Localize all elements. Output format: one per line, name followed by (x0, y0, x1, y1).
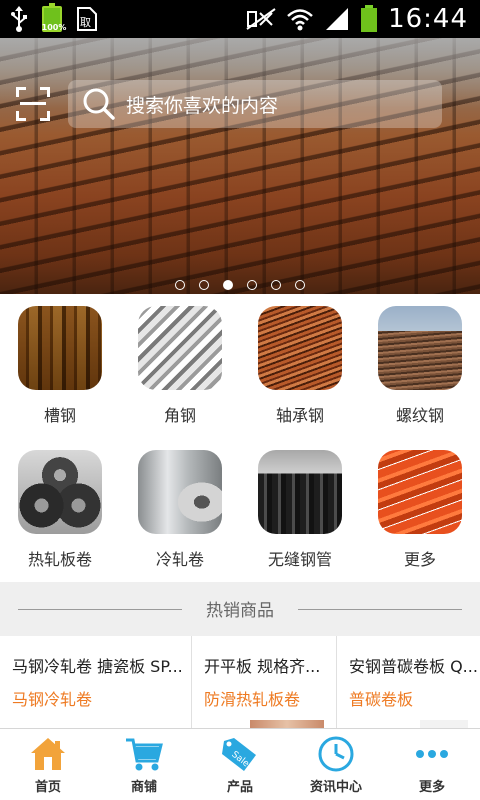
category-label: 槽钢 (43, 406, 76, 425)
category-angle-steel[interactable]: 角钢 (120, 294, 240, 438)
category-rebar[interactable]: 螺纹钢 (360, 294, 480, 438)
search-bar[interactable]: 搜索你喜欢的内容 (68, 80, 442, 128)
category-label: 冷轧卷 (155, 550, 204, 569)
sim-icon: 取 (77, 7, 97, 31)
usb-icon (11, 6, 27, 32)
search-placeholder: 搜索你喜欢的内容 (126, 94, 279, 117)
category-bearing-steel[interactable]: 轴承钢 (240, 294, 360, 438)
product-image-peek (250, 720, 324, 728)
category-hot-rolled-coil[interactable]: 热轧板卷 (0, 438, 120, 582)
tab-label: 更多 (418, 780, 445, 795)
product-tag: 普碳卷板 (349, 690, 414, 709)
category-grid: 槽钢 角钢 轴承钢 螺纹钢 热轧板卷 冷轧卷 无缝钢管 更多 (0, 294, 480, 582)
tab-home[interactable]: 首页 (0, 729, 96, 800)
carousel-dot[interactable] (199, 280, 209, 290)
more-dots-icon (416, 750, 448, 758)
tab-label: 产品 (226, 780, 253, 795)
tab-news-center[interactable]: 资讯中心 (288, 729, 384, 800)
tab-products[interactable]: Sale 产品 (192, 729, 288, 800)
tab-label: 首页 (34, 780, 61, 795)
tab-shops[interactable]: 商铺 (96, 729, 192, 800)
carousel-dot[interactable] (295, 280, 305, 290)
product-name: 马钢冷轧卷 搪瓷板 SP... (12, 657, 183, 676)
seamless-pipe-image (258, 450, 342, 534)
product-card[interactable]: 马钢冷轧卷 搪瓷板 SP... 马钢冷轧卷 (0, 636, 192, 728)
hot-rolled-coil-image (18, 450, 102, 534)
cart-icon (126, 738, 163, 771)
category-channel-steel[interactable]: 槽钢 (0, 294, 120, 438)
divider (298, 609, 462, 610)
more-category-image (378, 450, 462, 534)
signal-icon (326, 8, 349, 30)
category-label: 无缝钢管 (267, 550, 332, 569)
carousel-dot[interactable] (175, 280, 185, 290)
clock-icon (318, 736, 354, 772)
category-label: 热轧板卷 (27, 550, 92, 569)
sale-tag-icon: Sale (222, 738, 256, 771)
search-icon (83, 88, 115, 120)
product-card[interactable]: 开平板 规格齐... 防滑热轧板卷 (192, 636, 337, 728)
battery-icon (361, 5, 378, 32)
product-tag: 防滑热轧板卷 (204, 690, 301, 709)
mute-icon (246, 8, 276, 30)
carousel-indicator (0, 280, 480, 290)
product-card[interactable]: 安钢普碳卷板 Q... 普碳卷板 (337, 636, 480, 728)
category-seamless-pipe[interactable]: 无缝钢管 (240, 438, 360, 582)
battery-percent-label: 100% (41, 23, 67, 32)
cold-rolled-coil-image (138, 450, 222, 534)
bearing-steel-image (258, 306, 342, 390)
tab-label: 资讯中心 (309, 780, 362, 795)
bottom-tab-bar: 首页 商铺 Sale 产品 资讯中心 更多 (0, 728, 480, 800)
category-label: 轴承钢 (275, 406, 324, 425)
battery-icon: 100% (42, 3, 66, 32)
hot-section-header: 热销商品 (0, 582, 480, 636)
carousel-dot-active[interactable] (223, 280, 233, 290)
status-bar: 100% 取 16:44 (0, 0, 480, 38)
category-label: 更多 (403, 550, 436, 569)
product-name: 安钢普碳卷板 Q... (349, 657, 478, 676)
hero-carousel[interactable]: 搜索你喜欢的内容 (0, 38, 480, 294)
angle-steel-image (138, 306, 222, 390)
product-tag: 马钢冷轧卷 (12, 690, 93, 709)
svg-text:取: 取 (80, 16, 91, 29)
wifi-icon (287, 9, 313, 31)
tab-label: 商铺 (130, 780, 157, 795)
category-label: 螺纹钢 (395, 406, 444, 425)
category-label: 角钢 (163, 406, 196, 425)
scan-icon[interactable] (16, 87, 50, 121)
category-cold-rolled-coil[interactable]: 冷轧卷 (120, 438, 240, 582)
product-name: 开平板 规格齐... (204, 657, 321, 676)
hot-products-list: 马钢冷轧卷 搪瓷板 SP... 马钢冷轧卷 开平板 规格齐... 防滑热轧板卷 … (0, 636, 480, 728)
channel-steel-image (18, 306, 102, 390)
clock-time: 16:44 (388, 4, 468, 34)
tab-more[interactable]: 更多 (384, 729, 480, 800)
carousel-dot[interactable] (247, 280, 257, 290)
carousel-dot[interactable] (271, 280, 281, 290)
category-more[interactable]: 更多 (360, 438, 480, 582)
product-image-peek (420, 720, 468, 728)
home-icon (31, 738, 65, 770)
rebar-image (378, 306, 462, 390)
